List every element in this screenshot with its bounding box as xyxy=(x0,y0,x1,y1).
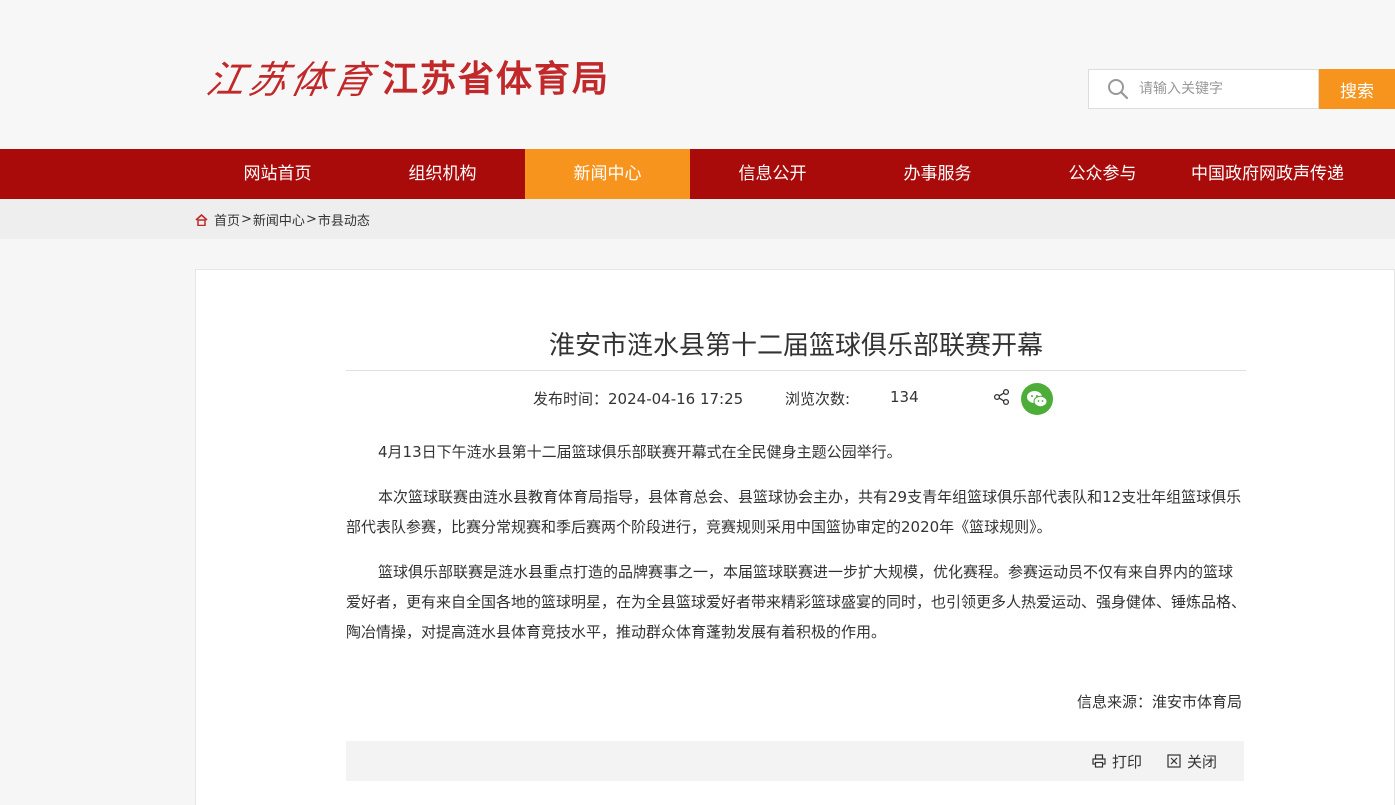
nav-item-home[interactable]: 网站首页 xyxy=(195,149,360,199)
article-toolbar: 打印 关闭 xyxy=(346,741,1244,781)
breadcrumb-bar: 首页 > 新闻中心 > 市县动态 xyxy=(0,199,1395,239)
main-nav: 网站首页 组织机构 新闻中心 信息公开 办事服务 公众参与 中国政府网政声传递 xyxy=(0,149,1395,199)
close-label: 关闭 xyxy=(1187,752,1218,771)
breadcrumb-home[interactable]: 首页 xyxy=(214,210,240,229)
nav-item-gov-relay[interactable]: 中国政府网政声传递 xyxy=(1185,149,1350,199)
views-label: 浏览次数: xyxy=(785,390,851,408)
article-paragraph: 篮球俱乐部联赛是涟水县重点打造的品牌赛事之一，本届篮球联赛进一步扩大规模，优化赛… xyxy=(346,563,1247,641)
nav-item-news[interactable]: 新闻中心 xyxy=(525,149,690,199)
search-bar: 搜索 xyxy=(1088,69,1395,109)
search-box xyxy=(1088,69,1319,109)
wechat-icon xyxy=(1027,391,1048,408)
search-input[interactable] xyxy=(1139,81,1309,97)
article-paragraph: 4月13日下午涟水县第十二届篮球俱乐部联赛开幕式在全民健身主题公园举行。 xyxy=(378,443,902,461)
close-icon xyxy=(1167,754,1181,768)
wechat-share-button[interactable] xyxy=(1021,383,1053,415)
logo-title: 江苏省体育局 xyxy=(382,59,611,100)
close-button[interactable]: 关闭 xyxy=(1167,741,1217,781)
breadcrumb-city-county[interactable]: 市县动态 xyxy=(318,210,370,229)
publish-label: 发布时间： xyxy=(533,390,609,408)
nav-item-public-participation[interactable]: 公众参与 xyxy=(1020,149,1185,199)
article-paragraph: 本次篮球联赛由涟水县教育体育局指导，县体育总会、县篮球协会主办，共有29支青年组… xyxy=(346,488,1242,536)
home-icon xyxy=(195,213,208,226)
site-header: 江苏体育 江苏省体育局 搜索 xyxy=(0,0,1395,149)
article-panel: 淮安市涟水县第十二届篮球俱乐部联赛开幕 发布时间：2024-04-16 17:2… xyxy=(195,269,1395,805)
nav-item-services[interactable]: 办事服务 xyxy=(855,149,1020,199)
views-count: 134 xyxy=(890,388,919,406)
publish-info: 发布时间：2024-04-16 17:25 xyxy=(533,388,743,409)
title-divider xyxy=(346,370,1246,371)
print-button[interactable]: 打印 xyxy=(1092,741,1142,781)
breadcrumb-separator: > xyxy=(305,212,317,227)
breadcrumb-separator: > xyxy=(241,212,252,227)
site-logo[interactable]: 江苏体育 江苏省体育局 xyxy=(203,48,611,104)
printer-icon xyxy=(1092,754,1106,768)
nav-item-info-disclosure[interactable]: 信息公开 xyxy=(690,149,855,199)
article-source: 信息来源：淮安市体育局 xyxy=(1076,693,1242,711)
publish-time: 2024-04-16 17:25 xyxy=(608,390,744,408)
breadcrumb: 首页 > 新闻中心 > 市县动态 xyxy=(195,210,370,229)
logo-calligraphy: 江苏体育 xyxy=(202,57,380,102)
share-icon[interactable] xyxy=(993,388,1011,406)
breadcrumb-news[interactable]: 新闻中心 xyxy=(253,210,305,229)
nav-item-organization[interactable]: 组织机构 xyxy=(360,149,525,199)
article-title: 淮安市涟水县第十二届篮球俱乐部联赛开幕 xyxy=(548,331,1043,361)
search-button[interactable]: 搜索 xyxy=(1319,69,1395,109)
search-icon xyxy=(1108,79,1129,100)
print-label: 打印 xyxy=(1112,752,1143,771)
